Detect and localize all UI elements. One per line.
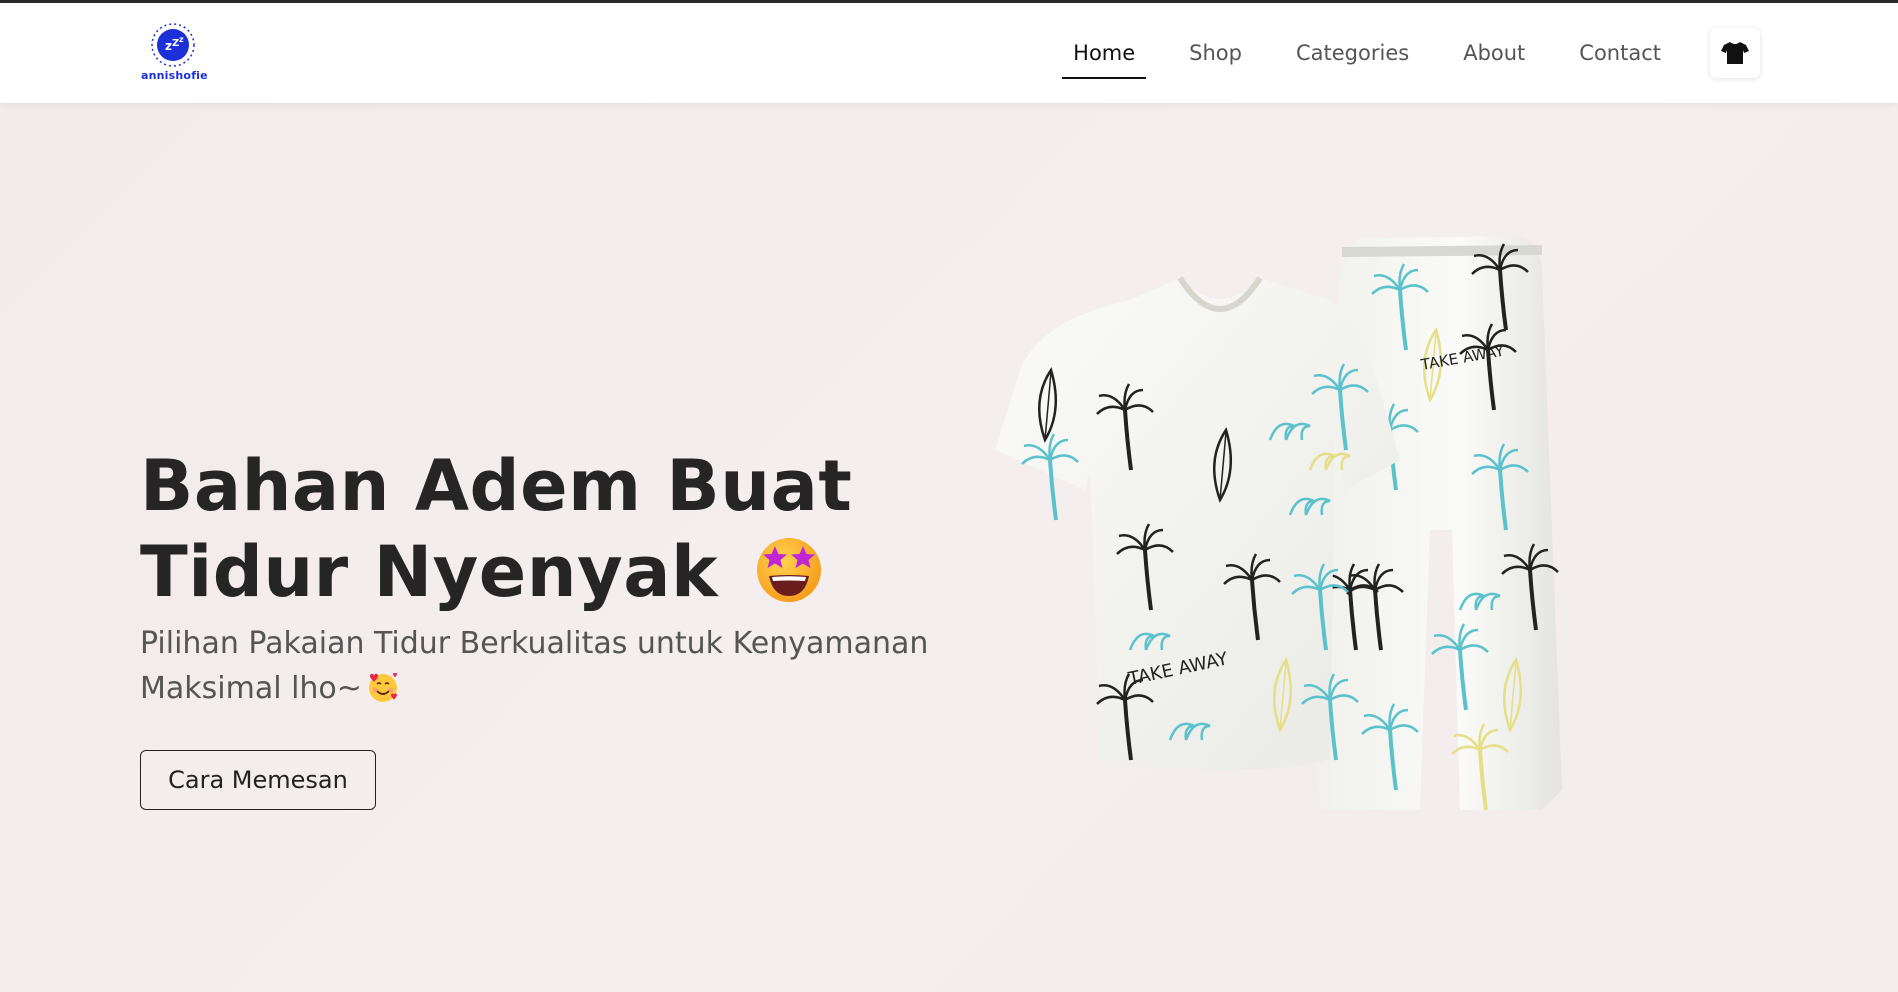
nav-home[interactable]: Home — [1046, 3, 1162, 103]
site-header: z Z z annishofie Home Shop Categories Ab… — [0, 3, 1898, 103]
pajama-set-image: TAKE AWAY TAKE AWAY — [995, 236, 1562, 812]
smiling-face-with-hearts-emoji-icon — [368, 672, 397, 702]
main-nav: Home Shop Categories About Contact — [1046, 3, 1688, 103]
hero-subtitle-line-2: Maksimal lho~ — [140, 671, 362, 706]
zzz-moon-icon: z Z z — [151, 23, 195, 67]
brand-logo[interactable]: z Z z annishofie — [141, 21, 208, 85]
hero-subtitle-line-1: Pilihan Pakaian Tidur Berkualitas untuk … — [140, 626, 929, 661]
tshirt-icon — [1721, 42, 1749, 64]
nav-categories[interactable]: Categories — [1269, 3, 1436, 103]
star-struck-emoji-icon — [756, 538, 821, 602]
nav-shop[interactable]: Shop — [1162, 3, 1269, 103]
cart-button[interactable] — [1710, 28, 1760, 78]
svg-text:z: z — [165, 39, 172, 53]
hero-title-line-1: Bahan Adem Buat — [140, 445, 853, 527]
hero-subtitle: Pilihan Pakaian Tidur Berkualitas untuk … — [140, 621, 960, 711]
nav-about[interactable]: About — [1436, 3, 1552, 103]
brand-name: annishofie — [141, 69, 208, 82]
hero-title: Bahan Adem Buat Tidur Nyenyak — [140, 443, 900, 615]
nav-contact[interactable]: Contact — [1552, 3, 1688, 103]
how-to-order-button[interactable]: Cara Memesan — [140, 750, 376, 810]
hero-title-line-2: Tidur Nyenyak — [140, 531, 719, 613]
svg-text:z: z — [179, 35, 184, 44]
